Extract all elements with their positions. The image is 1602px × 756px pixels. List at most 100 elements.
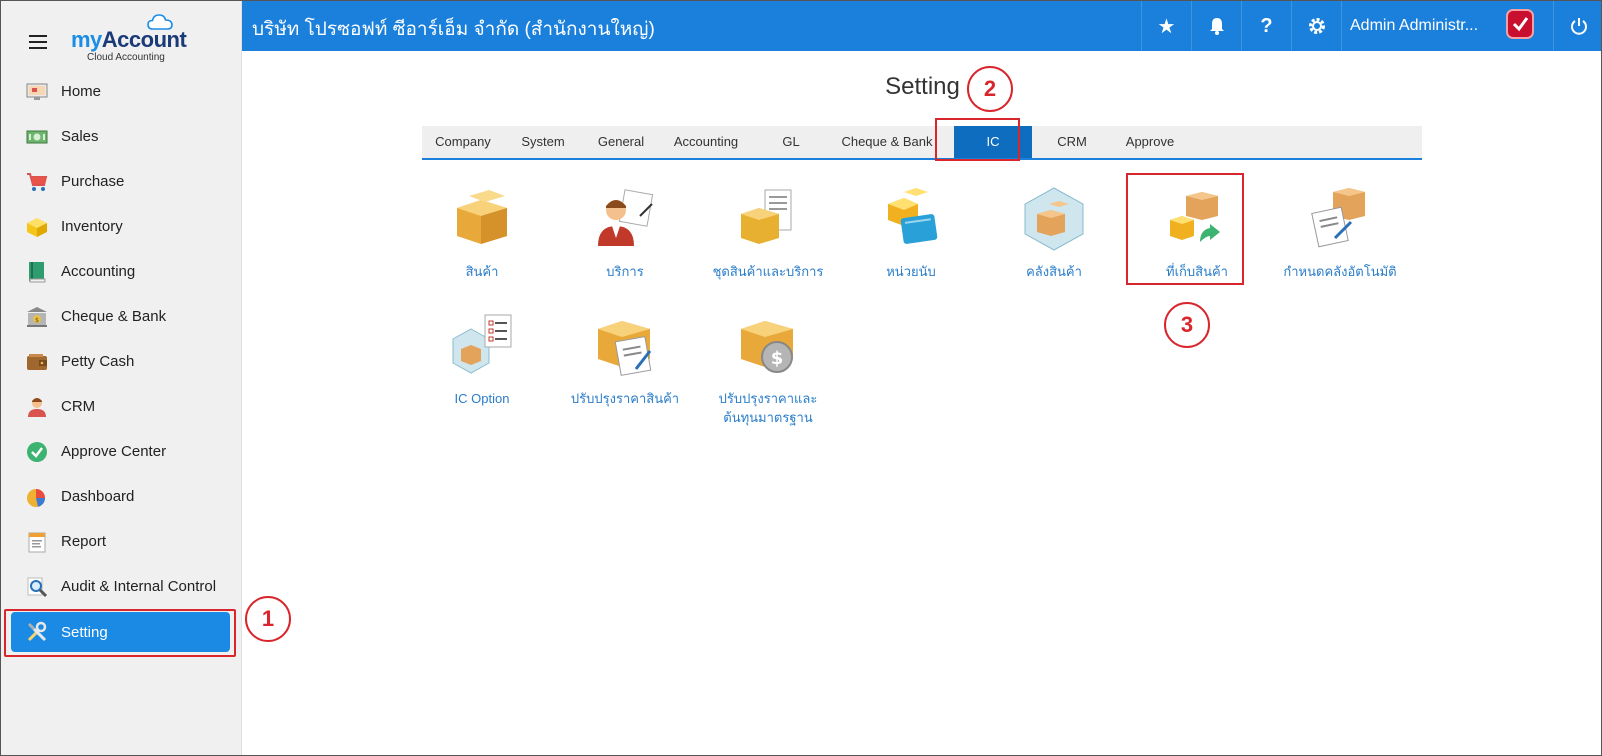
logo[interactable]: myAccount Cloud Accounting (71, 13, 191, 65)
sidebar-item-label: Purchase (61, 173, 125, 190)
user-name: Admin Administr... (1350, 17, 1479, 34)
standard-cost-icon: $ (741, 321, 793, 373)
pie-chart-icon (27, 488, 46, 507)
star-icon: ★ (1157, 15, 1176, 38)
sidebar-item-label: Petty Cash (61, 353, 135, 370)
tab-general[interactable]: General (582, 126, 660, 158)
book-icon (29, 261, 46, 282)
sidebar: myAccount Cloud Accounting Home Sales Pu… (1, 1, 242, 755)
app-window: myAccount Cloud Accounting Home Sales Pu… (0, 0, 1602, 756)
sidebar-item-label: Dashboard (61, 488, 135, 505)
gear-icon (1308, 18, 1325, 34)
menu-toggle-icon[interactable] (29, 35, 47, 49)
tile-label: บริการ (606, 264, 644, 279)
settings-button[interactable] (1291, 1, 1341, 51)
logout-button[interactable] (1553, 1, 1601, 51)
price-adjust-icon (598, 321, 652, 376)
logo-subtitle: Cloud Accounting (87, 52, 165, 63)
tile-standard-cost[interactable]: $ ปรับปรุงราคาและ ต้นทุนมาตรฐาน (698, 313, 838, 427)
tab-company[interactable]: Company (422, 126, 504, 158)
check-circle-icon (27, 441, 47, 462)
brand: myAccount Cloud Accounting (1, 1, 242, 71)
logo-text: myAccount (71, 27, 187, 52)
report-icon (28, 532, 46, 552)
sidebar-item-home[interactable]: Home (1, 69, 242, 114)
sidebar-item-crm[interactable]: CRM (1, 384, 242, 429)
sidebar-item-setting[interactable]: Setting (11, 612, 230, 652)
tab-gl[interactable]: GL (752, 126, 830, 158)
settings-tabs: Company System General Accounting GL Che… (422, 126, 1422, 160)
sidebar-item-audit[interactable]: Audit & Internal Control (1, 564, 242, 609)
sidebar-item-accounting[interactable]: Accounting (1, 249, 242, 294)
tile-label: กำหนดคลังอัตโนมัติ (1283, 264, 1397, 279)
home-monitor-icon (26, 83, 48, 100)
tab-approve[interactable]: Approve (1112, 126, 1188, 158)
tile-label: หน่วยนับ (886, 264, 936, 279)
tile-storage-location[interactable]: ที่เก็บสินค้า (1127, 186, 1267, 281)
cart-icon (27, 172, 48, 191)
notifications-button[interactable] (1191, 1, 1241, 51)
product-boxes-icon (457, 190, 507, 244)
wallet-icon (27, 353, 47, 370)
tile-label: คลังสินค้า (1026, 264, 1082, 279)
question-icon: ? (1260, 14, 1273, 37)
page-title: Setting (885, 73, 960, 100)
person-icon (28, 397, 46, 417)
sidebar-item-petty-cash[interactable]: Petty Cash (1, 339, 242, 384)
cash-icon (26, 130, 48, 143)
ic-option-icon (452, 314, 512, 374)
sidebar-item-cheque-bank[interactable]: $ Cheque & Bank (1, 294, 242, 339)
step-1-marker: 1 (245, 596, 291, 642)
tile-ic-option[interactable]: IC Option (412, 313, 552, 408)
bell-icon (1209, 18, 1224, 35)
magnifier-icon (27, 577, 48, 597)
sidebar-item-label: Setting (61, 623, 108, 641)
tile-product-set[interactable]: ชุดสินค้าและบริการ (698, 186, 838, 281)
tab-cheque-bank[interactable]: Cheque & Bank (830, 126, 944, 158)
box-icon (27, 217, 47, 237)
tile-service[interactable]: บริการ (555, 186, 695, 281)
storage-location-icon (1170, 192, 1220, 242)
company-name: บริษัท โปรซอฟท์ ซีอาร์เอ็ม จำกัด (สำนักง… (252, 19, 655, 40)
sidebar-item-label: Accounting (61, 263, 136, 280)
step-3-marker: 3 (1164, 302, 1210, 348)
shield-check-icon (1506, 9, 1534, 39)
sidebar-item-report[interactable]: Report (1, 519, 242, 564)
svg-text:$: $ (35, 317, 39, 324)
tile-label: ที่เก็บสินค้า (1166, 264, 1228, 279)
sidebar-item-purchase[interactable]: Purchase (1, 159, 242, 204)
tile-auto-warehouse[interactable]: กำหนดคลังอัตโนมัติ (1270, 186, 1410, 281)
sidebar-item-label: Approve Center (61, 443, 167, 460)
tools-icon (27, 621, 47, 642)
tile-product[interactable]: สินค้า (412, 186, 552, 281)
favorites-button[interactable]: ★ (1141, 1, 1191, 51)
sidebar-item-label: Inventory (61, 218, 123, 235)
service-person-icon (598, 189, 654, 246)
main-content: Setting Company System General Accountin… (242, 51, 1601, 755)
tile-unit[interactable]: หน่วยนับ (841, 186, 981, 281)
sidebar-item-label: Cheque & Bank (61, 308, 167, 325)
sidebar-item-inventory[interactable]: Inventory (1, 204, 242, 249)
sidebar-item-approve-center[interactable]: Approve Center (1, 429, 242, 474)
bank-icon: $ (27, 306, 47, 327)
tab-accounting[interactable]: Accounting (660, 126, 752, 158)
user-menu[interactable]: Admin Administr... (1341, 1, 1553, 51)
unit-icon (888, 188, 938, 244)
tab-ic[interactable]: IC (954, 126, 1032, 158)
tile-label: IC Option (454, 391, 510, 406)
sidebar-item-label: Home (61, 83, 102, 100)
tile-label: ปรับปรุงราคาและ ต้นทุนมาตรฐาน (718, 391, 818, 425)
sidebar-item-sales[interactable]: Sales (1, 114, 242, 159)
sidebar-item-label: Audit & Internal Control (61, 578, 217, 595)
help-button[interactable]: ? (1241, 1, 1291, 51)
topbar-actions: ★ ? Admin Administr... (1141, 1, 1601, 51)
power-icon (1570, 18, 1587, 35)
auto-warehouse-icon (1311, 188, 1365, 248)
sidebar-item-label: Sales (61, 128, 99, 145)
tab-system[interactable]: System (504, 126, 582, 158)
tile-warehouse[interactable]: คลังสินค้า (984, 186, 1124, 281)
sidebar-item-label: CRM (61, 398, 96, 415)
sidebar-item-dashboard[interactable]: Dashboard (1, 474, 242, 519)
tab-crm[interactable]: CRM (1032, 126, 1112, 158)
tile-price-adjust[interactable]: ปรับปรุงราคาสินค้า (555, 313, 695, 408)
